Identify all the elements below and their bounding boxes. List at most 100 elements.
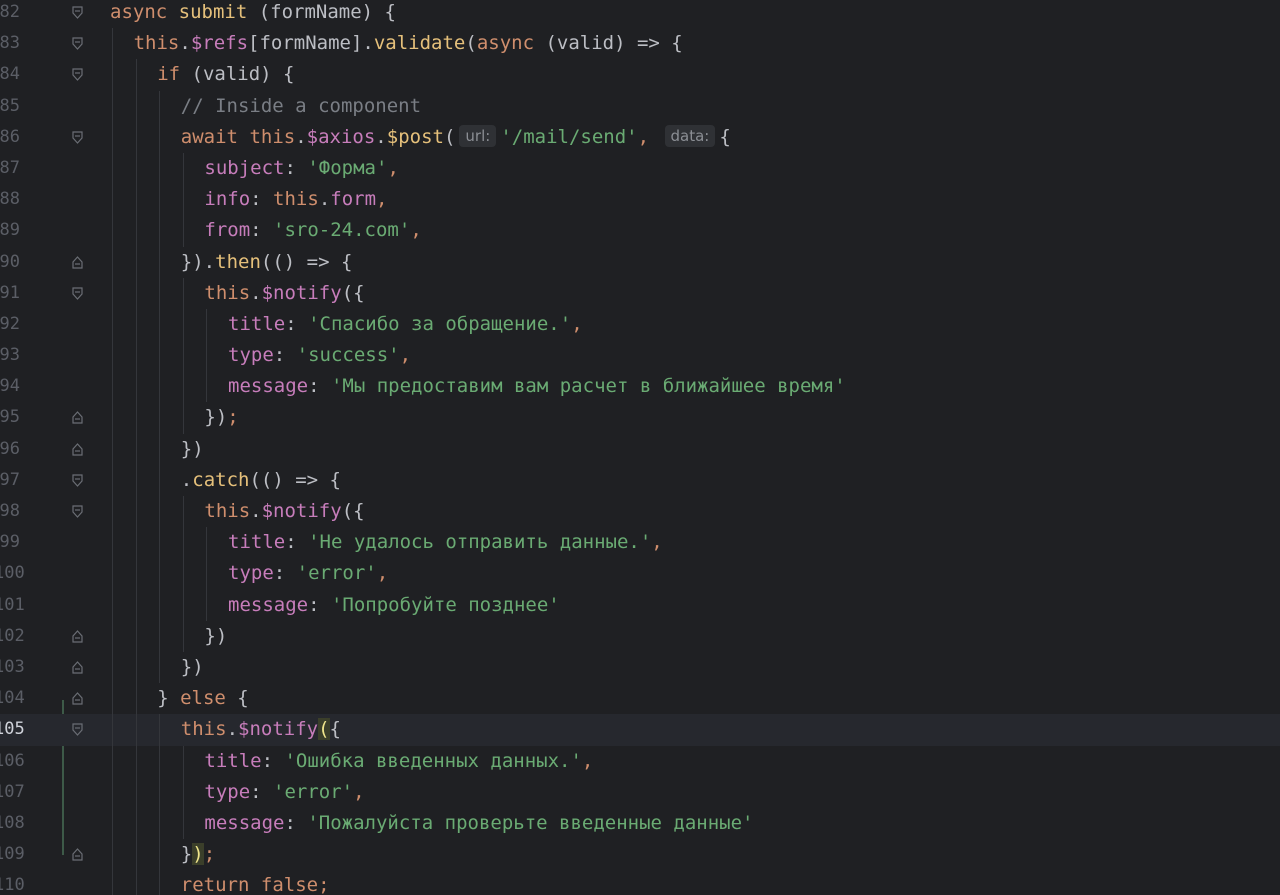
line-number[interactable]: 97	[0, 465, 20, 496]
code-text[interactable]: })	[181, 434, 204, 465]
code-text[interactable]: return false;	[181, 870, 330, 895]
code-text[interactable]: message: 'Попробуйте позднее'	[228, 590, 560, 621]
line-number[interactable]: 96	[0, 434, 20, 465]
line-number[interactable]: 109	[0, 839, 25, 870]
line-number[interactable]: 84	[0, 59, 20, 90]
code-line[interactable]: 87 subject: 'Форма',	[0, 152, 1280, 185]
code-text[interactable]: message: 'Мы предоставим вам расчет в бл…	[228, 371, 846, 402]
code-line[interactable]: 82 async submit (formName) {	[0, 0, 1280, 28]
code-text[interactable]: // Inside a component	[181, 91, 421, 122]
code-text[interactable]: type: 'success',	[228, 340, 411, 371]
code-line[interactable]: 94 message: 'Мы предоставим вам расчет в …	[0, 371, 1280, 403]
code-text[interactable]: type: 'error',	[228, 558, 388, 589]
fold-close-icon[interactable]	[72, 442, 83, 456]
code-line[interactable]: 93 type: 'success',	[0, 340, 1280, 372]
line-number[interactable]: 89	[0, 215, 20, 246]
code-text[interactable]: this.$refs[formName].validate(async (val…	[134, 28, 683, 59]
code-line[interactable]: 100 type: 'error',	[0, 558, 1280, 590]
line-number[interactable]: 82	[0, 0, 20, 28]
code-line[interactable]: 109});	[0, 839, 1280, 871]
code-text[interactable]: });	[181, 839, 215, 870]
fold-close-icon[interactable]	[72, 411, 83, 425]
code-text[interactable]: message: 'Пожалуйста проверьте введенные…	[204, 808, 753, 839]
code-text[interactable]: })	[204, 621, 227, 652]
line-number[interactable]: 100	[0, 558, 25, 589]
code-line[interactable]: 102})	[0, 620, 1280, 652]
code-text[interactable]: title: 'Спасибо за обращение.',	[228, 309, 583, 340]
fold-open-icon[interactable]	[72, 287, 83, 300]
code-text[interactable]: } else {	[157, 683, 249, 714]
code-line[interactable]: 92 title: 'Спасибо за обращение.',	[0, 308, 1280, 341]
code-text[interactable]: })	[181, 652, 204, 683]
code-line[interactable]: 104 } else {	[0, 683, 1280, 715]
line-number[interactable]: 93	[0, 340, 20, 371]
fold-open-icon[interactable]	[72, 131, 83, 144]
code-text[interactable]: if (valid) {	[157, 59, 294, 90]
code-line[interactable]: 95});	[0, 402, 1280, 434]
code-line[interactable]: 85 // Inside a component	[0, 90, 1280, 122]
fold-open-icon[interactable]	[72, 68, 83, 82]
code-line[interactable]: 106 title: 'Ошибка введенных данных.',	[0, 745, 1280, 777]
line-number[interactable]: 85	[0, 91, 20, 122]
line-number[interactable]: 105	[0, 714, 25, 745]
line-number[interactable]: 110	[0, 870, 25, 895]
code-text[interactable]: subject: 'Форма',	[204, 153, 399, 184]
line-number[interactable]: 88	[0, 184, 20, 215]
fold-open-icon[interactable]	[72, 6, 83, 19]
code-line[interactable]: 89 from: 'sro-24.com',	[0, 215, 1280, 247]
fold-close-icon[interactable]	[72, 661, 83, 674]
code-text[interactable]: title: 'Ошибка введенных данных.',	[204, 746, 593, 777]
code-text[interactable]: info: this.form,	[204, 184, 387, 215]
code-text[interactable]: this.$notify({	[204, 496, 364, 527]
line-number[interactable]: 83	[0, 28, 20, 59]
code-text[interactable]: async submit (formName) {	[110, 0, 396, 28]
line-number[interactable]: 107	[0, 777, 25, 808]
code-line[interactable]: 98 this.$notify({	[0, 496, 1280, 528]
code-text[interactable]: });	[204, 402, 238, 433]
line-number[interactable]: 95	[0, 402, 20, 433]
code-line-current[interactable]: 105 this.$notify({	[0, 714, 1280, 746]
code-line[interactable]: 108 message: 'Пожалуйста проверьте введен…	[0, 807, 1280, 840]
line-number[interactable]: 86	[0, 122, 20, 153]
code-text[interactable]: from: 'sro-24.com',	[204, 215, 421, 246]
code-editor[interactable]: 82 async submit (formName) { 83 this.$refs[…	[0, 0, 1280, 895]
line-number[interactable]: 104	[0, 683, 25, 714]
code-line[interactable]: 110 return false;	[0, 870, 1280, 895]
code-line[interactable]: 103})	[0, 651, 1280, 684]
code-line[interactable]: 91 this.$notify({	[0, 277, 1280, 309]
fold-open-icon[interactable]	[72, 723, 83, 737]
code-text[interactable]: this.$notify({	[181, 714, 341, 745]
line-number[interactable]: 87	[0, 153, 20, 184]
code-line[interactable]: 97 .catch(() => {	[0, 464, 1280, 496]
fold-open-icon[interactable]	[72, 37, 83, 51]
fold-open-icon[interactable]	[72, 474, 83, 487]
fold-open-icon[interactable]	[72, 505, 83, 518]
fold-close-icon[interactable]	[72, 692, 83, 705]
code-line[interactable]: 84 if (valid) {	[0, 59, 1280, 91]
code-text[interactable]: }).then(() => {	[181, 247, 353, 278]
code-text[interactable]: title: 'Не удалось отправить данные.',	[228, 527, 663, 558]
fold-close-icon[interactable]	[72, 255, 83, 269]
fold-close-icon[interactable]	[72, 848, 83, 861]
code-line[interactable]: 88 info: this.form,	[0, 184, 1280, 216]
code-line[interactable]: 99 title: 'Не удалось отправить данные.',	[0, 527, 1280, 559]
line-number[interactable]: 108	[0, 808, 25, 839]
code-text[interactable]: type: 'error',	[204, 777, 364, 808]
line-number[interactable]: 103	[0, 652, 25, 683]
code-text[interactable]: this.$notify({	[204, 278, 364, 309]
line-number[interactable]: 91	[0, 278, 20, 309]
line-number[interactable]: 98	[0, 496, 20, 527]
line-number[interactable]: 106	[0, 746, 25, 777]
fold-close-icon[interactable]	[72, 629, 83, 643]
line-number[interactable]: 101	[0, 590, 25, 621]
code-line[interactable]: 90}).then(() => {	[0, 246, 1280, 278]
code-text[interactable]: .catch(() => {	[181, 465, 341, 496]
code-line[interactable]: 101 message: 'Попробуйте позднее'	[0, 589, 1280, 621]
code-line[interactable]: 96})	[0, 433, 1280, 465]
code-text[interactable]: await this.$axios.$post(url: '/mail/send'…	[181, 122, 731, 153]
code-line[interactable]: 107 type: 'error',	[0, 776, 1280, 808]
code-line[interactable]: 83 this.$refs[formName].validate(async (v…	[0, 28, 1280, 60]
line-number[interactable]: 94	[0, 371, 20, 402]
line-number[interactable]: 102	[0, 621, 25, 652]
code-line[interactable]: 86 await this.$axios.$post(url: '/mail/sen…	[0, 121, 1280, 153]
